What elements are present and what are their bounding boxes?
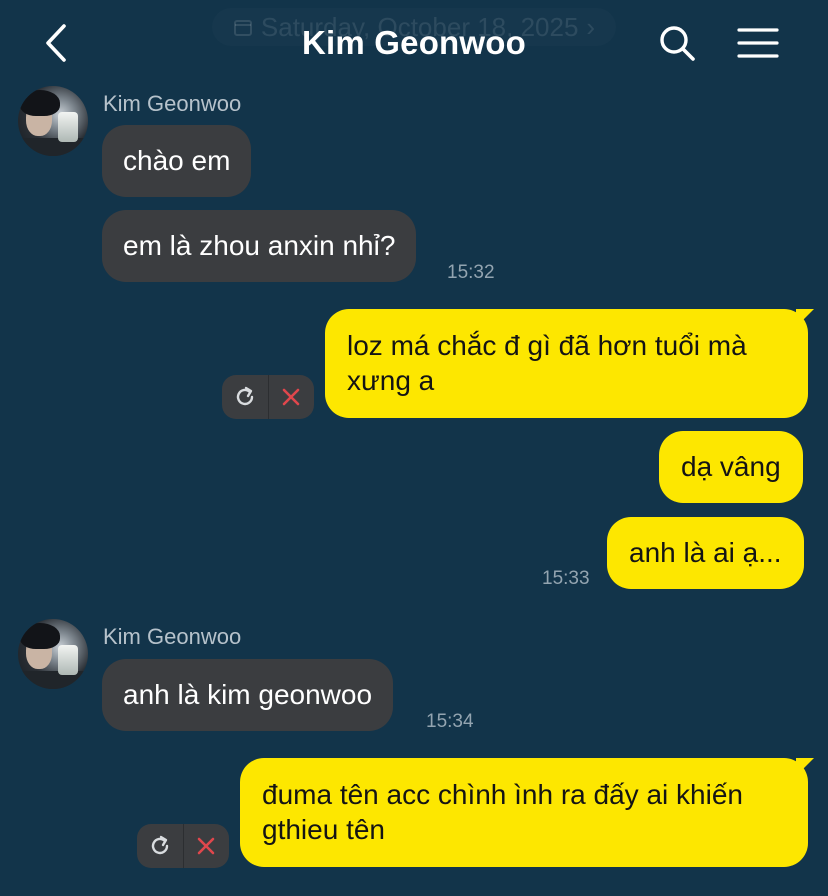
message-line: đuma tên acc chình ình ra đấy ai khiến — [262, 779, 743, 810]
search-button[interactable] — [654, 20, 700, 66]
incoming-message[interactable]: anh là kim geonwoo — [102, 659, 394, 731]
failed-message-actions — [137, 824, 229, 868]
message-time: 15:32 — [447, 262, 495, 283]
avatar[interactable] — [18, 86, 88, 156]
message-line: gthieu tên — [262, 814, 385, 845]
retry-button[interactable] — [137, 824, 183, 868]
avatar-hair — [20, 90, 60, 116]
retry-icon — [236, 386, 253, 406]
message-line: loz má chắc đ gì đã hơn tuổi mà — [347, 330, 747, 361]
avatar-shirt — [18, 671, 88, 689]
failed-message-actions — [222, 375, 314, 419]
sender-name: Kim Geonwoo — [103, 91, 242, 116]
retry-icon — [151, 835, 168, 855]
avatar-phone — [58, 112, 78, 142]
delete-button[interactable] — [182, 824, 230, 868]
message-time: 15:34 — [426, 711, 474, 732]
avatar-hair — [20, 623, 60, 649]
retry-button[interactable] — [222, 375, 268, 419]
message-line: xưng a — [347, 365, 435, 396]
outgoing-message[interactable]: loz má chắc đ gì đã hơn tuổi mà xưng a — [325, 309, 808, 418]
chat-title: Kim Geonwoo — [301, 24, 527, 61]
delete-button[interactable] — [267, 375, 315, 419]
close-icon — [282, 388, 300, 406]
outgoing-message[interactable]: dạ vâng — [659, 431, 803, 503]
sender-name: Kim Geonwoo — [103, 624, 242, 649]
incoming-message[interactable]: em là zhou anxin nhỉ? — [102, 210, 417, 282]
avatar-phone — [58, 645, 78, 675]
close-icon — [197, 837, 215, 855]
incoming-message[interactable]: chào em — [102, 125, 252, 197]
message-time: 15:33 — [542, 568, 590, 589]
outgoing-message[interactable]: anh là ai ạ... — [607, 517, 804, 589]
avatar[interactable] — [18, 619, 88, 689]
outgoing-message[interactable]: đuma tên acc chình ình ra đấy ai khiến g… — [240, 758, 808, 867]
menu-button[interactable] — [734, 22, 782, 64]
search-icon — [660, 26, 695, 61]
avatar-shirt — [18, 138, 88, 156]
hamburger-menu-icon — [737, 28, 779, 58]
